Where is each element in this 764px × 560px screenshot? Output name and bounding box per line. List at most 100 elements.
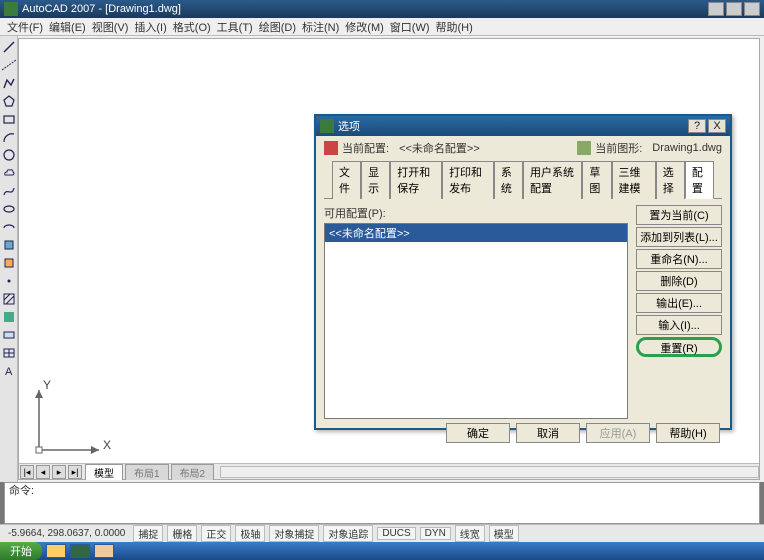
tab-select[interactable]: 选择: [656, 161, 685, 199]
tab-nav-prev[interactable]: ◂: [36, 465, 50, 479]
rename-button[interactable]: 重命名(N)...: [636, 249, 722, 269]
line-tool-icon[interactable]: [2, 40, 16, 54]
table-tool-icon[interactable]: [2, 346, 16, 360]
tab-profile[interactable]: 配置: [685, 161, 714, 199]
status-polar[interactable]: 极轴: [235, 525, 265, 542]
rectangle-tool-icon[interactable]: [2, 112, 16, 126]
status-snap[interactable]: 捕捉: [133, 525, 163, 542]
status-bar: -5.9664, 298.0637, 0.0000 捕捉 栅格 正交 极轴 对象…: [0, 524, 764, 542]
gradient-tool-icon[interactable]: [2, 310, 16, 324]
tab-nav-last[interactable]: ▸|: [68, 465, 82, 479]
profiles-listbox[interactable]: <<未命名配置>>: [324, 223, 628, 419]
hatch-tool-icon[interactable]: [2, 292, 16, 306]
left-tool-strip: A: [0, 36, 18, 482]
revision-cloud-icon[interactable]: [2, 166, 16, 180]
menu-modify[interactable]: 修改(M): [342, 19, 387, 35]
apply-button[interactable]: 应用(A): [586, 423, 650, 443]
text-tool-icon[interactable]: A: [2, 364, 16, 378]
menu-window[interactable]: 窗口(W): [387, 19, 433, 35]
menu-tools[interactable]: 工具(T): [214, 19, 256, 35]
spline-tool-icon[interactable]: [2, 184, 16, 198]
command-line[interactable]: 命令:: [4, 482, 760, 524]
point-tool-icon[interactable]: [2, 274, 16, 288]
circle-tool-icon[interactable]: [2, 148, 16, 162]
taskbar-item-2[interactable]: [70, 544, 90, 558]
arc-tool-icon[interactable]: [2, 130, 16, 144]
close-button[interactable]: [744, 2, 760, 16]
dialog-close-button[interactable]: X: [708, 119, 726, 133]
profile-icon: [324, 141, 338, 155]
delete-button[interactable]: 删除(D): [636, 271, 722, 291]
dialog-title: 选项: [338, 118, 686, 134]
insert-block-icon[interactable]: [2, 238, 16, 252]
tab-opensave[interactable]: 打开和保存: [390, 161, 442, 199]
status-grid[interactable]: 栅格: [167, 525, 197, 542]
current-drawing-label: 当前图形:: [595, 140, 642, 156]
tab-layout2[interactable]: 布局2: [171, 464, 215, 480]
tab-display[interactable]: 显示: [361, 161, 390, 199]
add-to-list-button[interactable]: 添加到列表(L)...: [636, 227, 722, 247]
options-dialog: 选项 ? X 当前配置: <<未命名配置>> 当前图形: Drawing1.dw…: [314, 114, 732, 430]
dialog-icon: [320, 119, 334, 133]
dialog-footer: 确定 取消 应用(A) 帮助(H): [316, 419, 730, 447]
menu-file[interactable]: 文件(F): [4, 19, 46, 35]
horizontal-scrollbar[interactable]: [220, 466, 759, 478]
menu-help[interactable]: 帮助(H): [433, 19, 476, 35]
status-otrack[interactable]: 对象追踪: [323, 525, 373, 542]
tab-layout1[interactable]: 布局1: [125, 464, 169, 480]
cancel-button[interactable]: 取消: [516, 423, 580, 443]
current-drawing-value: Drawing1.dwg: [652, 142, 722, 154]
profile-list-item[interactable]: <<未命名配置>>: [325, 224, 627, 242]
tab-system[interactable]: 系统: [494, 161, 523, 199]
tab-draft[interactable]: 草图: [582, 161, 611, 199]
start-button[interactable]: 开始: [0, 542, 42, 560]
polyline-tool-icon[interactable]: [2, 76, 16, 90]
status-dyn[interactable]: DYN: [420, 527, 451, 540]
ellipse-tool-icon[interactable]: [2, 202, 16, 216]
construction-line-icon[interactable]: [2, 58, 16, 72]
menu-insert[interactable]: 插入(I): [131, 19, 169, 35]
tab-userpref[interactable]: 用户系统配置: [523, 161, 582, 199]
set-current-button[interactable]: 置为当前(C): [636, 205, 722, 225]
region-tool-icon[interactable]: [2, 328, 16, 342]
status-lwt[interactable]: 线宽: [455, 525, 485, 542]
taskbar-item-1[interactable]: [46, 544, 66, 558]
tab-file[interactable]: 文件: [332, 161, 361, 199]
ucs-icon: X Y: [29, 380, 109, 463]
menu-dimension[interactable]: 标注(N): [299, 19, 342, 35]
import-button[interactable]: 输入(I)...: [636, 315, 722, 335]
status-ducs[interactable]: DUCS: [377, 527, 415, 540]
help-button[interactable]: 帮助(H): [656, 423, 720, 443]
make-block-icon[interactable]: [2, 256, 16, 270]
reset-button[interactable]: 重置(R): [636, 337, 722, 357]
current-profile-label: 当前配置:: [342, 140, 389, 156]
taskbar-item-3[interactable]: [94, 544, 114, 558]
app-title: AutoCAD 2007 - [Drawing1.dwg]: [22, 3, 706, 15]
tab-model[interactable]: 模型: [85, 464, 123, 480]
dialog-help-button[interactable]: ?: [688, 119, 706, 133]
export-button[interactable]: 输出(E)...: [636, 293, 722, 313]
tab-plot[interactable]: 打印和发布: [442, 161, 494, 199]
profiles-buttons: 置为当前(C) 添加到列表(L)... 重命名(N)... 删除(D) 输出(E…: [636, 205, 722, 415]
minimize-button[interactable]: [708, 2, 724, 16]
status-ortho[interactable]: 正交: [201, 525, 231, 542]
menu-edit[interactable]: 编辑(E): [46, 19, 89, 35]
svg-text:A: A: [5, 366, 13, 378]
maximize-button[interactable]: [726, 2, 742, 16]
menu-format[interactable]: 格式(O): [170, 19, 214, 35]
ellipse-arc-icon[interactable]: [2, 220, 16, 234]
command-prompt: 命令:: [9, 485, 755, 498]
tab-3dmodel[interactable]: 三维建模: [612, 161, 656, 199]
status-osnap[interactable]: 对象捕捉: [269, 525, 319, 542]
tab-nav-next[interactable]: ▸: [52, 465, 66, 479]
tab-nav-first[interactable]: |◂: [20, 465, 34, 479]
app-titlebar: AutoCAD 2007 - [Drawing1.dwg]: [0, 0, 764, 18]
layout-tabs: |◂ ◂ ▸ ▸| 模型 布局1 布局2: [19, 463, 759, 479]
menu-draw[interactable]: 绘图(D): [256, 19, 299, 35]
dialog-titlebar: 选项 ? X: [316, 116, 730, 136]
app-icon: [4, 2, 18, 16]
menu-view[interactable]: 视图(V): [89, 19, 132, 35]
polygon-tool-icon[interactable]: [2, 94, 16, 108]
status-model[interactable]: 模型: [489, 525, 519, 542]
ok-button[interactable]: 确定: [446, 423, 510, 443]
